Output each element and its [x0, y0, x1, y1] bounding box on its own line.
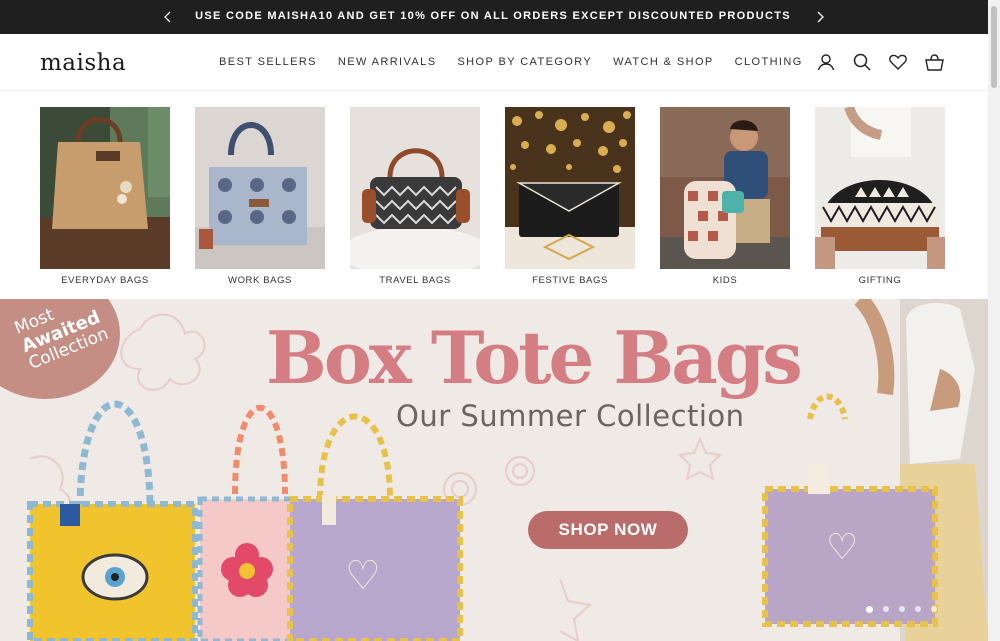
svg-text:♡: ♡: [345, 552, 381, 599]
slider-dot[interactable]: [899, 606, 905, 612]
slider-dot[interactable]: [866, 606, 873, 613]
announcement-bar: USE CODE MAISHA10 AND GET 10% OFF ON ALL…: [0, 0, 988, 34]
category-gifting[interactable]: GIFTING: [815, 107, 945, 286]
category-everyday-bags[interactable]: EVERYDAY BAGS: [40, 107, 170, 286]
hero-headline: Box Tote Bags: [266, 315, 803, 400]
category-image: [350, 107, 480, 269]
svg-text:♡: ♡: [826, 526, 858, 568]
page-scrollbar[interactable]: [988, 0, 1000, 641]
category-label: EVERYDAY BAGS: [61, 275, 149, 286]
category-image: [660, 107, 790, 269]
category-label: WORK BAGS: [228, 275, 292, 286]
search-icon[interactable]: [852, 52, 872, 72]
category-image: [40, 107, 170, 269]
category-kids[interactable]: KIDS: [660, 107, 790, 286]
category-label: KIDS: [712, 275, 738, 286]
scrollbar-thumb[interactable]: [991, 6, 997, 88]
nav-best-sellers[interactable]: BEST SELLERS: [219, 56, 317, 68]
nav-new-arrivals[interactable]: NEW ARRIVALS: [338, 56, 437, 68]
nav-clothing[interactable]: CLOTHING: [735, 56, 803, 68]
hero-subheadline: Our Summer Collection: [396, 399, 745, 433]
account-icon[interactable]: [816, 52, 836, 72]
chevron-right-icon[interactable]: [810, 7, 830, 27]
category-label: GIFTING: [858, 275, 902, 286]
main-nav: BEST SELLERS NEW ARRIVALS SHOP BY CATEGO…: [219, 56, 824, 68]
announcement-text: USE CODE MAISHA10 AND GET 10% OFF ON ALL…: [195, 10, 791, 22]
hero-banner[interactable]: ♡ ♡ Most Awaited Collection Box Tote Bag…: [0, 299, 988, 641]
nav-watch-and-shop[interactable]: WATCH & SHOP: [613, 56, 714, 68]
category-label: FESTIVE BAGS: [532, 275, 608, 286]
category-image: [815, 107, 945, 269]
category-image: [195, 107, 325, 269]
site-header: maisha BEST SELLERS NEW ARRIVALS SHOP BY…: [0, 34, 988, 91]
wishlist-heart-icon[interactable]: [888, 52, 908, 72]
logo[interactable]: maisha: [40, 50, 126, 76]
nav-shop-by-category[interactable]: SHOP BY CATEGORY: [457, 56, 592, 68]
category-row: EVERYDAY BAGS WORK BAGS TRAVEL BAGS FEST…: [40, 107, 970, 286]
category-image: [505, 107, 635, 269]
category-travel-bags[interactable]: TRAVEL BAGS: [350, 107, 480, 286]
category-label: TRAVEL BAGS: [379, 275, 451, 286]
header-icons: [816, 52, 944, 72]
category-festive-bags[interactable]: FESTIVE BAGS: [505, 107, 635, 286]
slider-dots: [866, 606, 937, 613]
slider-dot[interactable]: [915, 606, 921, 612]
slider-dot[interactable]: [883, 606, 889, 612]
shop-now-button[interactable]: SHOP NOW: [528, 511, 688, 549]
slider-dot[interactable]: [931, 606, 937, 612]
category-work-bags[interactable]: WORK BAGS: [195, 107, 325, 286]
cart-bag-icon[interactable]: [924, 52, 944, 72]
